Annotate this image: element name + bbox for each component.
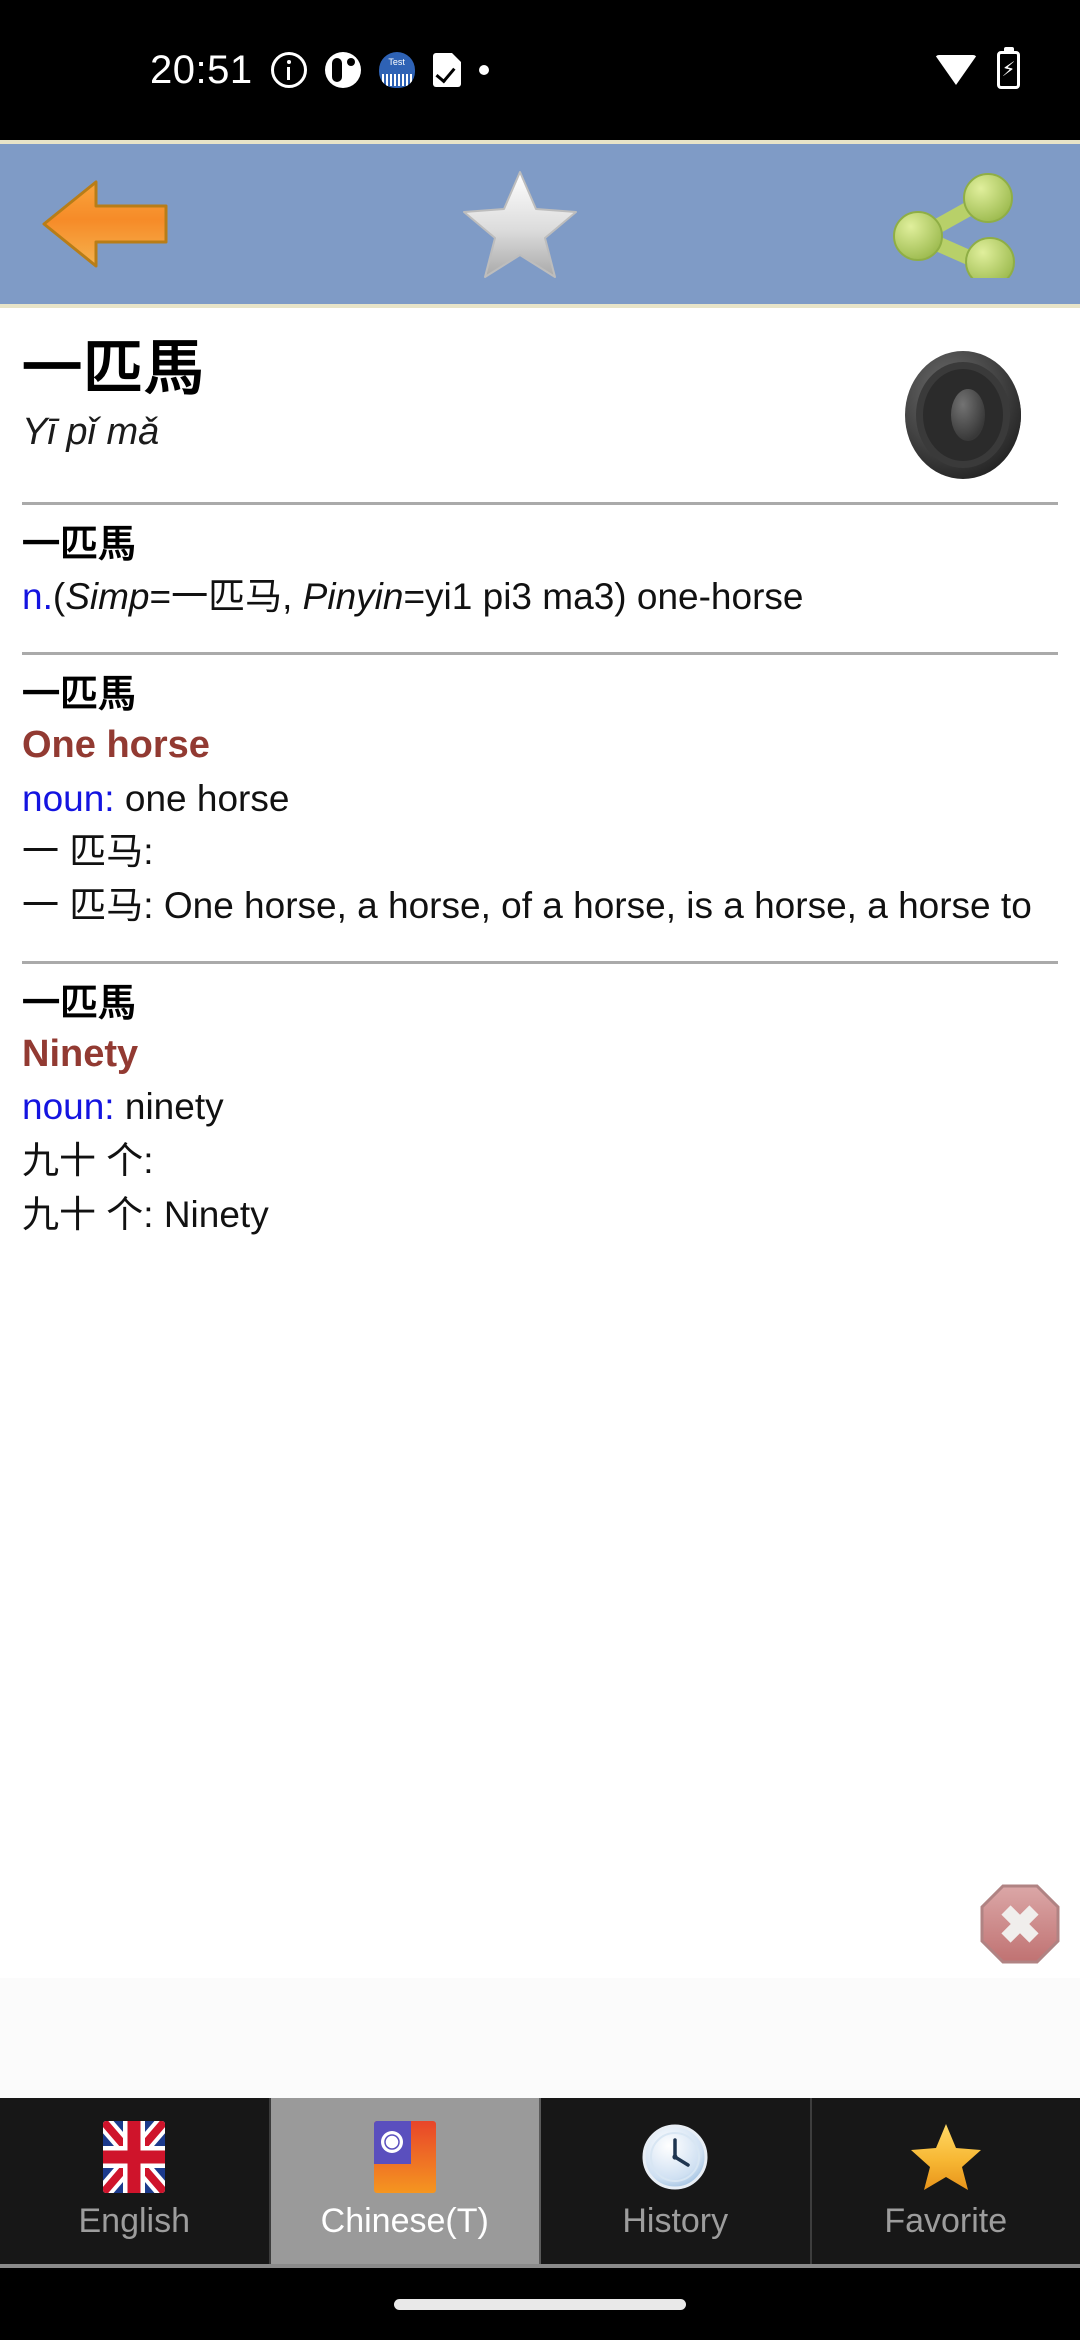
entry-pos-line: noun: ninety bbox=[22, 1080, 1058, 1134]
entry-pos-line: noun: one horse bbox=[22, 772, 1058, 826]
entry-definition: n.(Simp=一匹马, Pinyin=yi1 pi3 ma3) one-hor… bbox=[22, 570, 1058, 624]
home-indicator[interactable] bbox=[394, 2298, 686, 2310]
bottom-navigation: English Chinese(T) History Favorite bbox=[0, 2098, 1080, 2268]
entry-example-full: 一 匹马: One horse, a horse, of a horse, is… bbox=[22, 885, 1032, 926]
star-outline-icon bbox=[461, 168, 579, 280]
dot-icon bbox=[478, 65, 489, 75]
entry-example-cn: 一 匹马: bbox=[22, 831, 154, 873]
tab-label: History bbox=[622, 2201, 729, 2240]
definition-scroll-area[interactable]: 一匹馬 Yī pǐ mǎ 一匹馬 n.(Simp=一匹马, Pinyin=yi1… bbox=[0, 308, 1080, 1978]
entry-headword: 一匹馬 bbox=[22, 674, 137, 717]
entry-headword: 一匹馬 bbox=[22, 524, 137, 566]
tab-history[interactable]: History bbox=[541, 2098, 812, 2264]
ad-close-button[interactable] bbox=[978, 1882, 1062, 1966]
info-icon bbox=[270, 52, 307, 88]
entry-example-cn: 九十 个: bbox=[22, 1139, 154, 1181]
battery-charging-icon bbox=[997, 47, 1020, 89]
back-arrow-icon bbox=[40, 174, 170, 274]
definition-entry: 一匹馬 Ninety noun: ninety 九十 个: 九十 个: Nine… bbox=[0, 964, 1080, 1256]
share-button[interactable] bbox=[830, 140, 1080, 308]
back-button[interactable] bbox=[0, 140, 210, 308]
share-icon bbox=[890, 170, 1020, 287]
pos-gloss: one horse bbox=[114, 777, 290, 819]
entry-headword: 一匹馬 bbox=[22, 982, 137, 1025]
entry-title: One horse bbox=[22, 724, 210, 767]
gloss-open-paren: ( bbox=[52, 576, 66, 618]
gesture-bar[interactable] bbox=[0, 2268, 1080, 2340]
phone-screen: 20:51 Test ⚡ 一匹馬 Yī pǐ mǎ 一匹馬 n.(Simp=一匹… bbox=[0, 0, 1080, 2340]
simp-label: Simp bbox=[65, 576, 150, 618]
speaker-icon[interactable] bbox=[900, 338, 1050, 488]
status-clock: 20:51 bbox=[150, 47, 253, 92]
notification-blob-icon bbox=[324, 52, 361, 88]
tab-label: Chinese(T) bbox=[320, 2201, 489, 2240]
simp-value: =一匹马, bbox=[149, 576, 303, 618]
part-of-speech: noun: bbox=[22, 777, 115, 819]
tab-label: Favorite bbox=[884, 2201, 1008, 2240]
entry-title: Ninety bbox=[22, 1033, 139, 1076]
close-octagon-icon bbox=[980, 1884, 1060, 1964]
pinyin-label: Pinyin bbox=[302, 576, 404, 618]
definition-entry: 一匹馬 n.(Simp=一匹马, Pinyin=yi1 pi3 ma3) one… bbox=[0, 505, 1080, 638]
headword-text: 一匹馬 Yī pǐ mǎ bbox=[22, 334, 900, 454]
entry-example-full: 九十 个: Ninety bbox=[22, 1193, 269, 1235]
part-of-speech: noun: bbox=[22, 1086, 115, 1128]
part-of-speech: n. bbox=[22, 576, 53, 618]
app-toolbar bbox=[0, 140, 1080, 308]
pos-gloss: ninety bbox=[114, 1086, 224, 1128]
headword-pinyin: Yī pǐ mǎ bbox=[22, 410, 160, 453]
status-bar: 20:51 Test bbox=[0, 0, 1080, 140]
status-bar-right bbox=[935, 47, 1080, 89]
headword-block: 一匹馬 Yī pǐ mǎ bbox=[0, 308, 1080, 488]
tab-english[interactable]: English bbox=[0, 2098, 271, 2264]
uk-flag-icon bbox=[95, 2120, 173, 2193]
tab-favorite[interactable]: Favorite bbox=[811, 2098, 1080, 2264]
star-filled-icon bbox=[907, 2122, 985, 2192]
favorite-button[interactable] bbox=[210, 140, 830, 308]
tab-label: English bbox=[78, 2201, 190, 2240]
status-bar-left: 20:51 Test bbox=[0, 48, 489, 93]
checklist-doc-icon bbox=[432, 53, 461, 87]
taiwan-flag-icon bbox=[366, 2120, 444, 2193]
tab-chinese-traditional[interactable]: Chinese(T) bbox=[270, 2098, 541, 2264]
ad-placeholder bbox=[0, 1978, 1080, 2098]
clock-icon bbox=[636, 2122, 714, 2192]
test-app-icon: Test bbox=[378, 52, 415, 88]
headword-word: 一匹馬 bbox=[22, 335, 205, 402]
pinyin-value: =yi1 pi3 ma3) one-horse bbox=[403, 576, 804, 618]
definition-entry: 一匹馬 One horse noun: one horse 一 匹马: 一 匹马… bbox=[0, 655, 1080, 947]
wifi-icon bbox=[935, 55, 977, 85]
